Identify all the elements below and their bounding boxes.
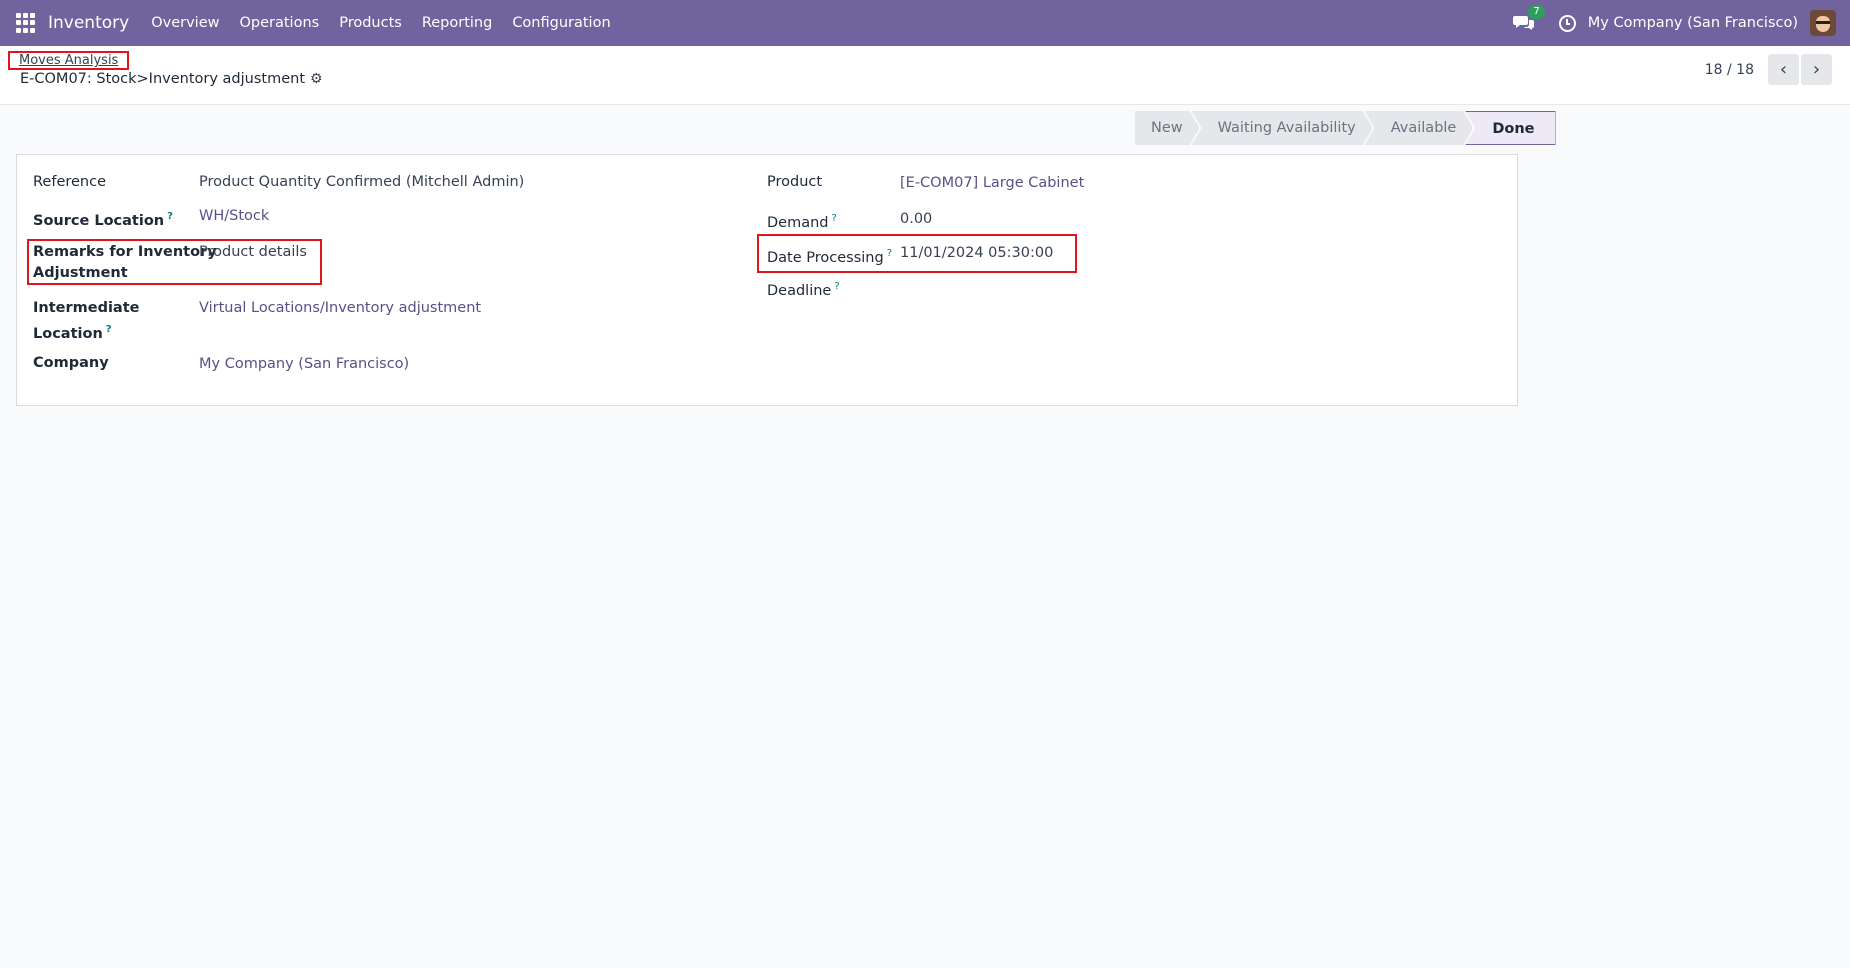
company-label: Company [33, 355, 109, 371]
intermediate-location-label: Intermediate Location? [33, 298, 139, 345]
deadline-label: Deadline? [767, 276, 840, 302]
company-switcher[interactable]: My Company (San Francisco) [1588, 15, 1798, 31]
reference-value: Product Quantity Confirmed (Mitchell Adm… [199, 174, 525, 190]
status-row: New Waiting Availability Available Done [0, 105, 1850, 153]
help-icon[interactable]: ? [106, 324, 112, 335]
chat-icon[interactable]: 7 [1512, 5, 1545, 32]
product-label: Product [767, 174, 823, 190]
intermediate-label-line-2: Location [33, 325, 103, 342]
menu-products[interactable]: Products [339, 15, 402, 31]
main-menu: Overview Operations Products Reporting C… [151, 15, 630, 31]
activity-clock-icon[interactable] [1558, 14, 1576, 32]
source-location-label: Source Location? [33, 206, 173, 232]
stage-waiting-availability[interactable]: Waiting Availability [1192, 111, 1373, 145]
product-value[interactable]: [E-COM07] Large Cabinet [900, 173, 1084, 194]
chat-count-badge: 7 [1528, 5, 1545, 19]
statusbar: New Waiting Availability Available Done [1135, 111, 1556, 145]
menu-reporting[interactable]: Reporting [422, 15, 493, 31]
pager-next-button[interactable]: › [1801, 54, 1832, 85]
deadline-label-text: Deadline [767, 282, 832, 299]
date-processing-label: Date Processing? [767, 243, 892, 269]
gear-icon[interactable]: ⚙ [310, 71, 323, 87]
remarks-value[interactable]: Product details [199, 242, 307, 263]
remarks-label-line-2: Adjustment [33, 265, 128, 281]
pager-value[interactable]: 18 / 18 [1705, 62, 1754, 78]
help-icon[interactable]: ? [167, 211, 173, 222]
breadcrumb-current: E-COM07: Stock>Inventory adjustment ⚙ [20, 71, 323, 87]
help-icon[interactable]: ? [834, 281, 839, 292]
navbar-systray: 7 My Company (San Francisco) [1512, 5, 1836, 36]
intermediate-location-value[interactable]: Virtual Locations/Inventory adjustment [199, 298, 481, 319]
menu-configuration[interactable]: Configuration [512, 15, 610, 31]
app-name[interactable]: Inventory [48, 13, 129, 33]
intermediate-label-line-1: Intermediate [33, 300, 140, 316]
control-panel: Moves Analysis E-COM07: Stock>Inventory … [0, 46, 1850, 105]
pager-previous-button[interactable]: ‹ [1768, 54, 1799, 85]
record-title: E-COM07: Stock>Inventory adjustment [20, 71, 306, 87]
breadcrumb-moves-analysis[interactable]: Moves Analysis [8, 51, 130, 70]
remarks-label: Remarks for Inventory Adjustment [33, 242, 217, 284]
stage-new[interactable]: New [1135, 111, 1200, 145]
menu-operations[interactable]: Operations [239, 15, 319, 31]
stage-available[interactable]: Available [1365, 111, 1474, 145]
demand-value: 0.00 [900, 211, 933, 227]
demand-label: Demand? [767, 208, 837, 234]
pager: 18 / 18 ‹ › [1705, 54, 1832, 85]
reference-label: Reference [33, 174, 107, 190]
stage-done[interactable]: Done [1465, 111, 1556, 145]
help-icon[interactable]: ? [832, 213, 837, 224]
demand-label-text: Demand [767, 214, 829, 231]
help-icon[interactable]: ? [887, 248, 892, 259]
date-processing-value: 11/01/2024 05:30:00 [900, 245, 1054, 261]
user-avatar[interactable] [1810, 10, 1836, 36]
source-location-label-text: Source Location [33, 212, 165, 229]
date-processing-label-text: Date Processing [767, 249, 884, 266]
company-value[interactable]: My Company (San Francisco) [199, 354, 409, 375]
form-sheet: Reference Product Quantity Confirmed (Mi… [16, 154, 1518, 406]
menu-overview[interactable]: Overview [151, 15, 219, 31]
source-location-value[interactable]: WH/Stock [199, 206, 269, 227]
app-grid-icon[interactable] [16, 13, 36, 33]
remarks-label-line-1: Remarks for Inventory [33, 244, 217, 260]
top-navbar: Inventory Overview Operations Products R… [0, 0, 1850, 46]
